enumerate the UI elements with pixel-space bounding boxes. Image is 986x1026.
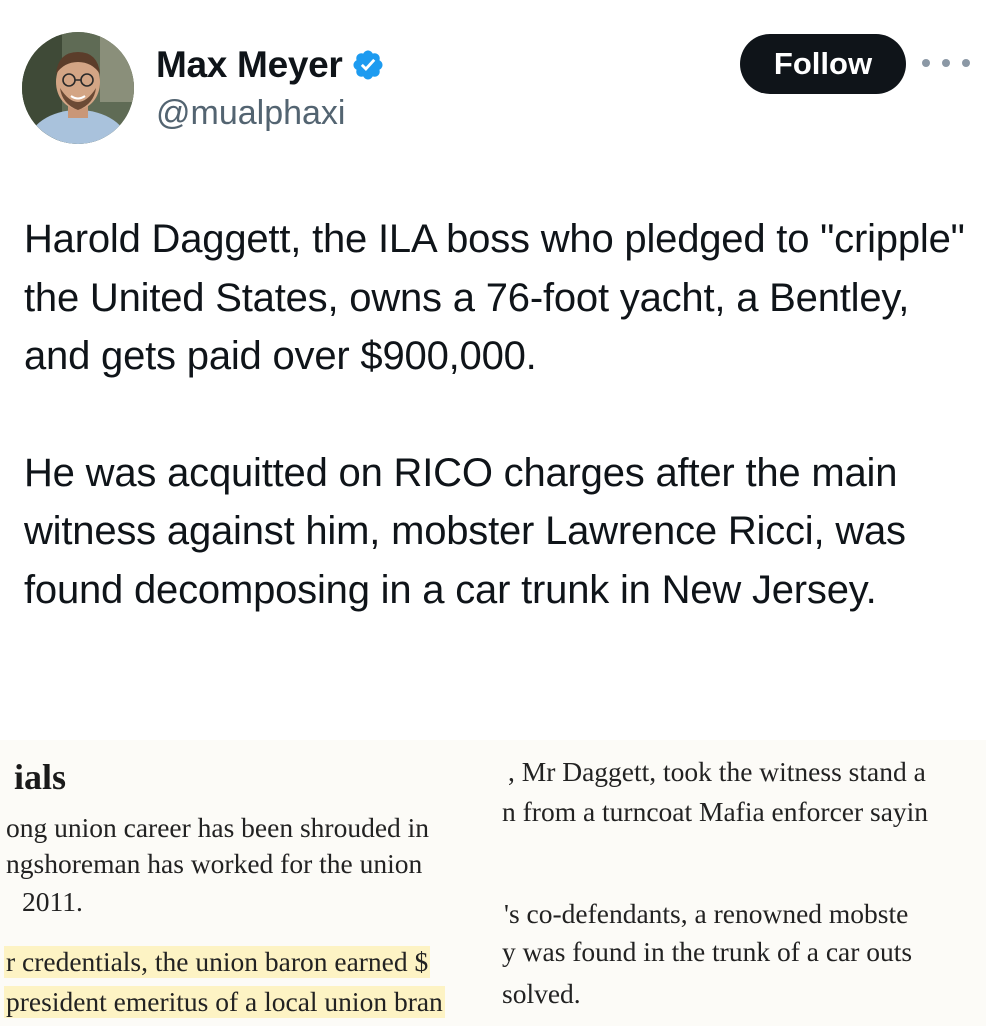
more-dot (922, 59, 930, 67)
author-name[interactable]: Max Meyer (156, 44, 343, 86)
tweet-text: Harold Daggett, the ILA boss who pledged… (24, 210, 974, 619)
more-options-icon[interactable] (922, 48, 970, 78)
verified-badge-icon (352, 50, 383, 80)
author-name-row: Max Meyer (156, 44, 385, 86)
tweet-paragraph: He was acquitted on RICO charges after t… (24, 450, 906, 612)
more-dot (962, 59, 970, 67)
clipping-line: , Mr Daggett, took the witness stand a (508, 756, 926, 787)
clipping-highlighted-line: r credentials, the union baron earned $ (4, 946, 431, 978)
clipping-left-column: ials ong union career has been shrouded … (0, 740, 496, 1026)
author-handle[interactable]: @mualphaxi (156, 94, 346, 133)
author-avatar[interactable] (22, 32, 134, 144)
follow-button[interactable]: Follow (740, 34, 906, 94)
tweet-header: Max Meyer @mualphaxi Follow (0, 0, 986, 160)
clipping-line: ong union career has been shrouded in (6, 812, 430, 843)
clipping-line: solved. (502, 978, 581, 1009)
clipping-highlighted-line: president emeritus of a local union bran (4, 986, 445, 1018)
clipping-line: 's co-defendants, a renowned mobste (504, 898, 909, 929)
newspaper-clipping-image[interactable]: ials ong union career has been shrouded … (0, 740, 986, 1026)
more-dot (942, 59, 950, 67)
clipping-line: ngshoreman has worked for the union (6, 848, 423, 879)
clipping-line: n from a turncoat Mafia enforcer sayin (502, 796, 929, 827)
clipping-heading: ials (14, 757, 67, 797)
clipping-line: y was found in the trunk of a car outs (502, 936, 913, 967)
clipping-line: 2011. (22, 886, 83, 917)
clipping-right-column: , Mr Daggett, took the witness stand a n… (496, 740, 986, 1026)
tweet-paragraph: Harold Daggett, the ILA boss who pledged… (24, 217, 965, 378)
